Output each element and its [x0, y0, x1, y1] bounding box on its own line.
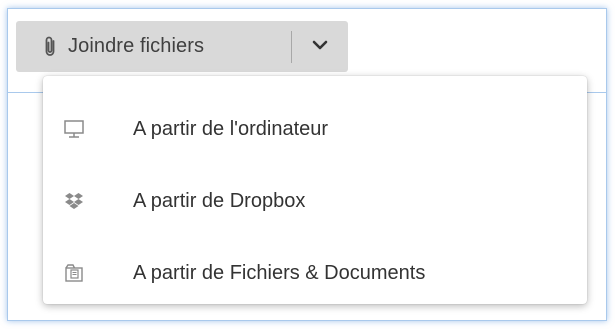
files-documents-icon [63, 262, 85, 284]
menu-item-computer[interactable]: A partir de l'ordinateur [43, 99, 587, 159]
menu-item-label: A partir de Dropbox [133, 189, 306, 212]
chevron-down-icon [312, 38, 328, 56]
attach-dropdown-toggle[interactable] [292, 21, 348, 72]
attach-files-button[interactable]: Joindre fichiers [16, 21, 348, 72]
menu-item-dropbox[interactable]: A partir de Dropbox [43, 171, 587, 231]
attach-files-label: Joindre fichiers [68, 35, 205, 57]
menu-item-files-documents[interactable]: A partir de Fichiers & Documents [43, 243, 587, 303]
attachment-panel: Joindre fichiers A partir de l'ordinateu… [7, 8, 607, 321]
dropbox-icon [63, 190, 85, 212]
menu-item-label: A partir de l'ordinateur [133, 117, 329, 140]
menu-item-label: A partir de Fichiers & Documents [133, 261, 426, 284]
attach-files-main[interactable]: Joindre fichiers [16, 21, 204, 72]
attach-source-menu: A partir de l'ordinateur A partir de Dro… [43, 76, 587, 304]
monitor-icon [63, 118, 85, 140]
paperclip-icon [42, 35, 58, 59]
